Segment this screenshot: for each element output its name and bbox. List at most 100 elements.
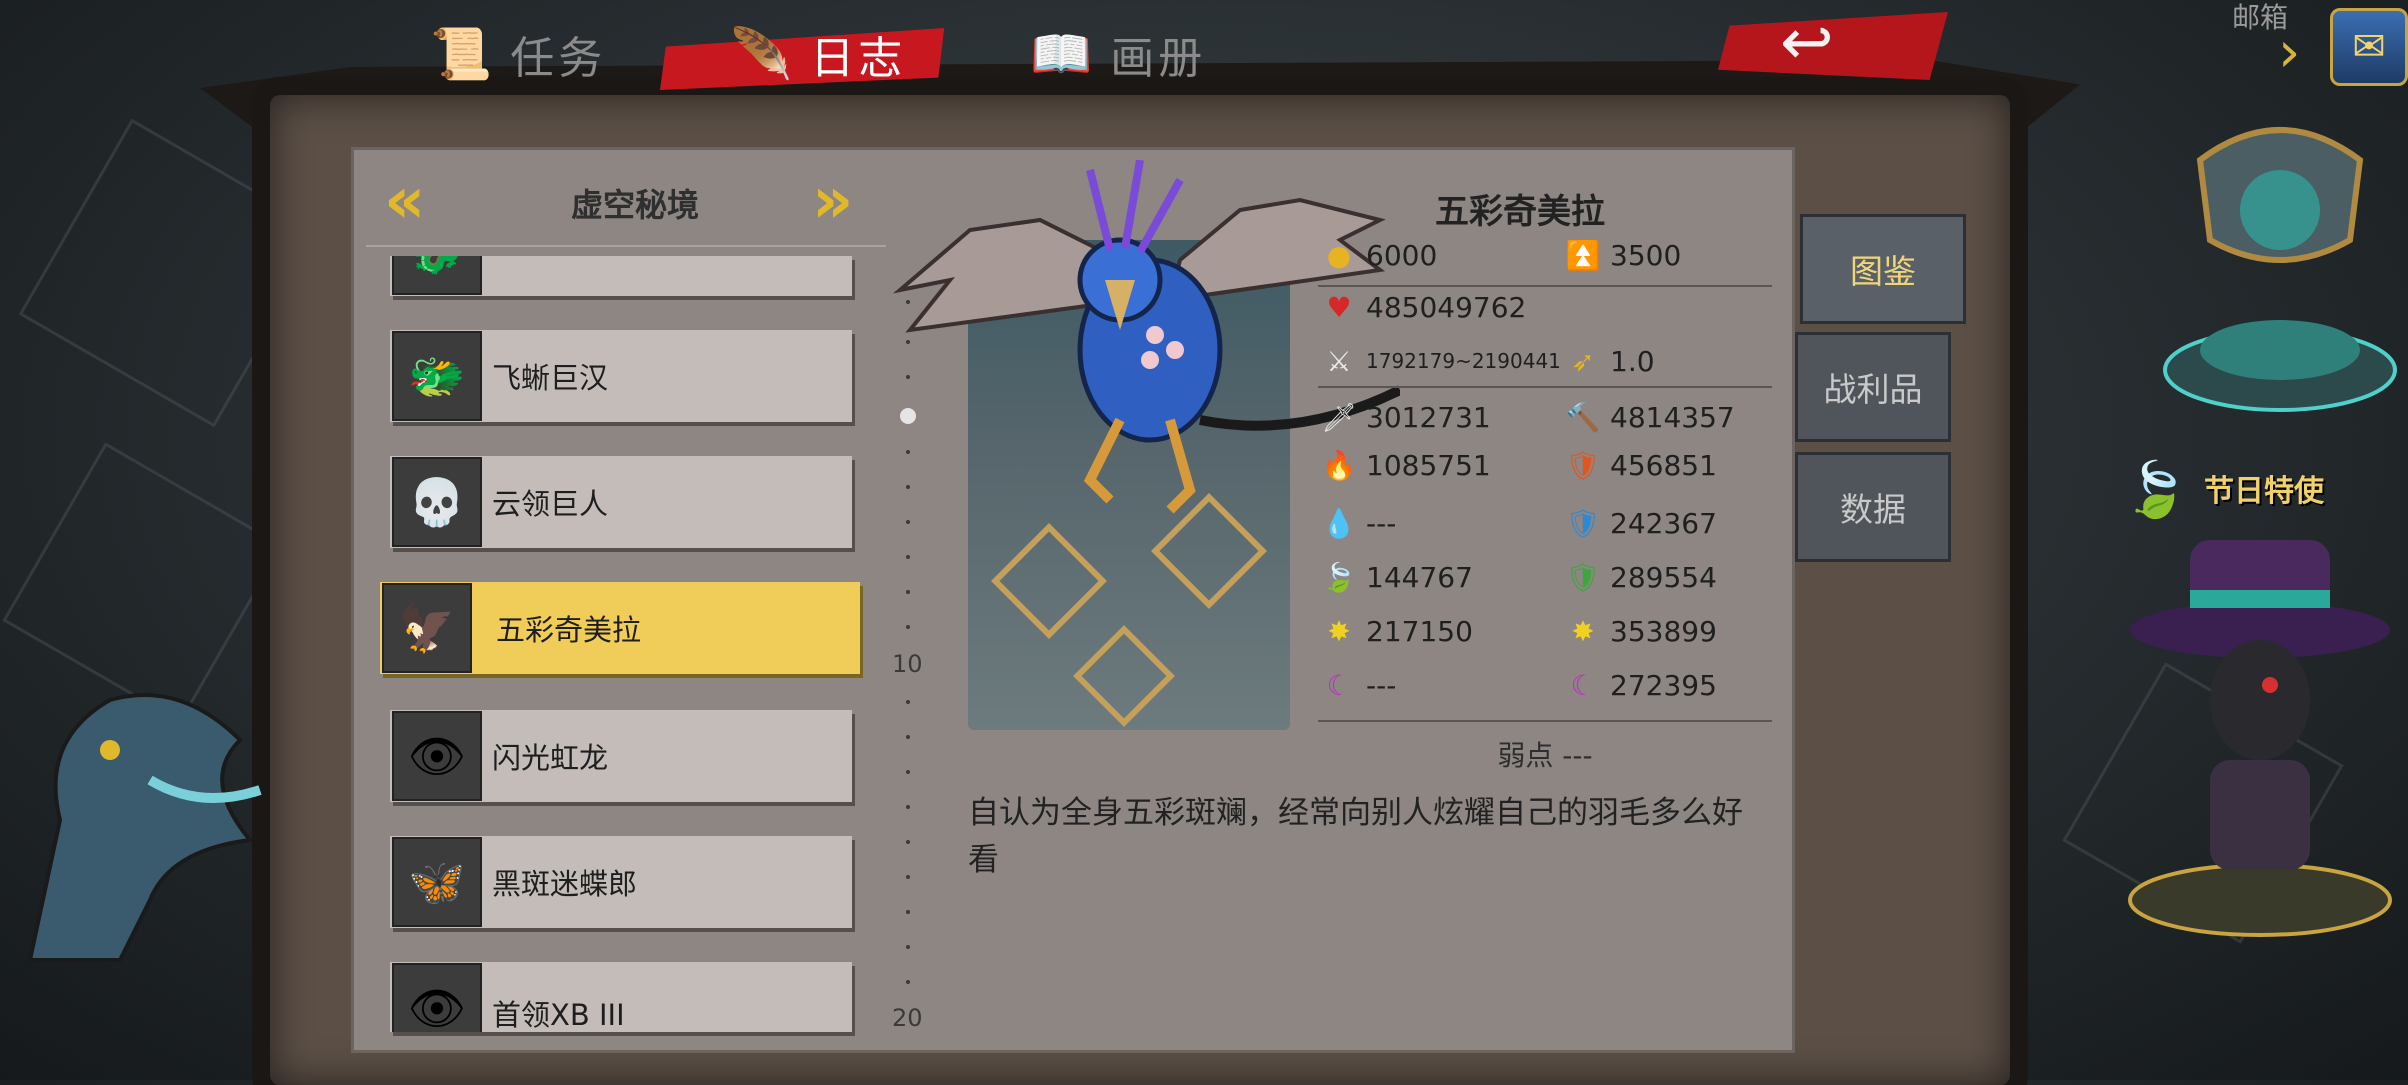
- monster-portrait: 💀: [394, 459, 480, 545]
- tab-label: 任务: [510, 33, 607, 84]
- tab-data[interactable]: 数据: [1795, 452, 1951, 562]
- monster-portrait: 🐲: [394, 333, 480, 419]
- stat-value: 456851: [1610, 448, 1717, 482]
- scroll-index: 20: [892, 1004, 923, 1032]
- monster-description: 自认为全身五彩斑斓，经常向别人炫耀自己的羽毛多么好看: [968, 795, 1743, 878]
- water-attack-stat: 💧 ---: [1321, 506, 1397, 540]
- monster-name: 五彩奇美拉: [1435, 192, 1605, 232]
- divider: [1318, 386, 1772, 388]
- scroll-dot: [906, 805, 910, 809]
- scroll-dot: [906, 910, 910, 914]
- scroll-dot: [906, 980, 910, 984]
- tab-album[interactable]: 📖 画册: [1030, 14, 1206, 94]
- mail-icon: ✉: [2352, 24, 2386, 70]
- stat-value: ---: [1366, 506, 1397, 540]
- fire-defense-stat: 🛡 456851: [1565, 448, 1717, 482]
- speed-stat: ➶ 1.0: [1566, 344, 1655, 378]
- quill-icon: 🪶: [730, 24, 797, 83]
- attack-range-value: 1792179~2190441: [1366, 349, 1561, 373]
- next-zone-button[interactable]: »: [812, 164, 853, 238]
- divider: [1318, 285, 1772, 287]
- list-item-label: 闪光虹龙: [492, 741, 609, 775]
- list-item-label: 首领XB III: [492, 998, 625, 1032]
- festival-envoy-label[interactable]: 节日特使: [2204, 466, 2324, 510]
- zone-title: 虚空秘境: [570, 186, 699, 224]
- dark-attack-stat: ☾ ---: [1322, 668, 1396, 702]
- list-item-label: 五彩奇美拉: [496, 613, 642, 647]
- hp-value: 485049762: [1366, 290, 1527, 324]
- list-item[interactable]: 👁 闪光虹龙: [390, 710, 852, 802]
- speed-value: 1.0: [1610, 344, 1655, 378]
- scroll-icon: 📜: [430, 24, 497, 83]
- dark-defense-stat: ☾ 272395: [1566, 668, 1716, 702]
- tab-loot[interactable]: 战利品: [1795, 332, 1951, 442]
- water-drop-icon: 💧: [1321, 506, 1357, 540]
- scroll-index: 10: [892, 650, 923, 678]
- list-item-selected[interactable]: 🦅 五彩奇美拉: [380, 582, 860, 674]
- light-defense-stat: ✸ 353899: [1566, 614, 1717, 648]
- attack-range-stat: ⚔ 1792179~2190441: [1322, 344, 1561, 378]
- physical-attack-stat: 🗡 3012731: [1321, 400, 1491, 434]
- gold-reward: ● 6000: [1322, 238, 1437, 272]
- mailbox-button[interactable]: ✉: [2330, 8, 2408, 86]
- teleport-pedestal[interactable]: [2160, 120, 2400, 420]
- stat-value: ---: [1366, 668, 1397, 702]
- monster-portrait: 🦅: [384, 585, 470, 671]
- hp-stat: ♥ 485049762: [1322, 290, 1526, 324]
- water-shield-icon: 🛡: [1565, 506, 1601, 540]
- gold-value: 6000: [1366, 238, 1438, 272]
- chevron-right-icon[interactable]: ›: [2278, 20, 2300, 85]
- monster-portrait: 👁: [394, 713, 480, 799]
- list-item[interactable]: 🐉: [390, 256, 852, 296]
- crossed-swords-icon: ⚔: [1326, 344, 1352, 378]
- hammer-icon: 🔨: [1565, 400, 1601, 434]
- scroll-dot: [906, 625, 910, 629]
- list-item-label: 飞蜥巨汉: [492, 361, 609, 395]
- stat-value: 4814357: [1610, 400, 1735, 434]
- tab-tasks[interactable]: 📜 任务: [430, 14, 606, 94]
- stat-value: 1085751: [1366, 448, 1491, 482]
- tab-bestiary[interactable]: 图鉴: [1800, 214, 1966, 324]
- chevron-right-icon: »: [812, 164, 854, 238]
- prev-zone-button[interactable]: «: [384, 164, 425, 238]
- physical-defense-stat: 🔨 4814357: [1566, 400, 1735, 434]
- fire-attack-stat: 🔥 1085751: [1322, 448, 1491, 482]
- weakness-text: 弱点 ---: [1497, 739, 1593, 772]
- stat-value: 217150: [1366, 614, 1473, 648]
- moon-icon: ☾: [1326, 668, 1352, 702]
- list-item[interactable]: 💀 云领巨人: [390, 456, 852, 548]
- balloon-icon[interactable]: 🍃: [2122, 458, 2189, 522]
- tab-log[interactable]: 🪶 日志: [730, 14, 906, 94]
- monster-portrait: 👁: [394, 965, 480, 1032]
- water-defense-stat: 🛡 242367: [1565, 506, 1717, 540]
- chevron-left-icon: «: [384, 164, 426, 238]
- list-item-label: 黑斑迷蝶郎: [492, 867, 638, 901]
- list-item[interactable]: 👁 首领XB III: [390, 962, 852, 1032]
- stat-value: 3012731: [1366, 400, 1491, 434]
- fire-icon: 🔥: [1321, 448, 1357, 482]
- festival-envoy-character[interactable]: [2110, 520, 2408, 940]
- leaf-shield-icon: 🛡: [1565, 560, 1601, 594]
- stat-value: 289554: [1610, 560, 1717, 594]
- heart-icon: ♥: [1326, 290, 1352, 324]
- nature-attack-stat: 🍃 144767: [1322, 560, 1473, 594]
- dragon-statue: [27, 693, 262, 962]
- divider: [1318, 720, 1772, 722]
- tab-label: 日志: [810, 33, 907, 84]
- list-item[interactable]: 🐲 飞蜥巨汉: [390, 330, 852, 422]
- level-up-icon: ⏫: [1565, 238, 1601, 272]
- monster-portrait: 🐉: [394, 256, 480, 293]
- scroll-dot: [906, 735, 910, 739]
- scroll-dot: [906, 770, 910, 774]
- book-icon: 📖: [1030, 24, 1097, 83]
- exp-reward: ⏫ 3500: [1565, 238, 1682, 272]
- back-arrow-icon[interactable]: ↩: [1780, 6, 1834, 80]
- starburst-shield-icon: ✸: [1571, 614, 1595, 648]
- stat-value: 353899: [1610, 614, 1717, 648]
- sword-icon: 🗡: [1321, 400, 1357, 434]
- gold-coin-icon: ●: [1326, 238, 1352, 272]
- list-item[interactable]: 🦋 黑斑迷蝶郎: [390, 836, 852, 928]
- scroll-dot: [906, 875, 910, 879]
- fire-shield-icon: 🛡: [1565, 448, 1601, 482]
- starburst-icon: ✸: [1327, 614, 1351, 648]
